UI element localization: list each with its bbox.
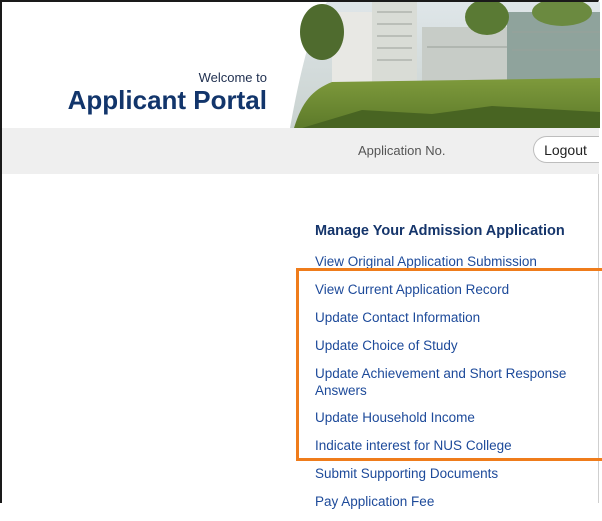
manage-application-heading: Manage Your Admission Application [315,223,565,239]
application-bar: Application No. Logout [2,128,599,174]
highlight-box [296,268,602,461]
portal-title: Applicant Portal [67,85,267,115]
logout-button[interactable]: Logout [533,136,599,163]
portal-header: Welcome to Applicant Portal [2,2,600,128]
menu-link-submit-supporting-documents[interactable]: Submit Supporting Documents [315,465,595,482]
menu-link-pay-application-fee[interactable]: Pay Application Fee [315,493,595,510]
application-number-label: Application No. [358,143,446,158]
welcome-text: Welcome to [198,70,267,85]
campus-banner-image [290,2,600,128]
